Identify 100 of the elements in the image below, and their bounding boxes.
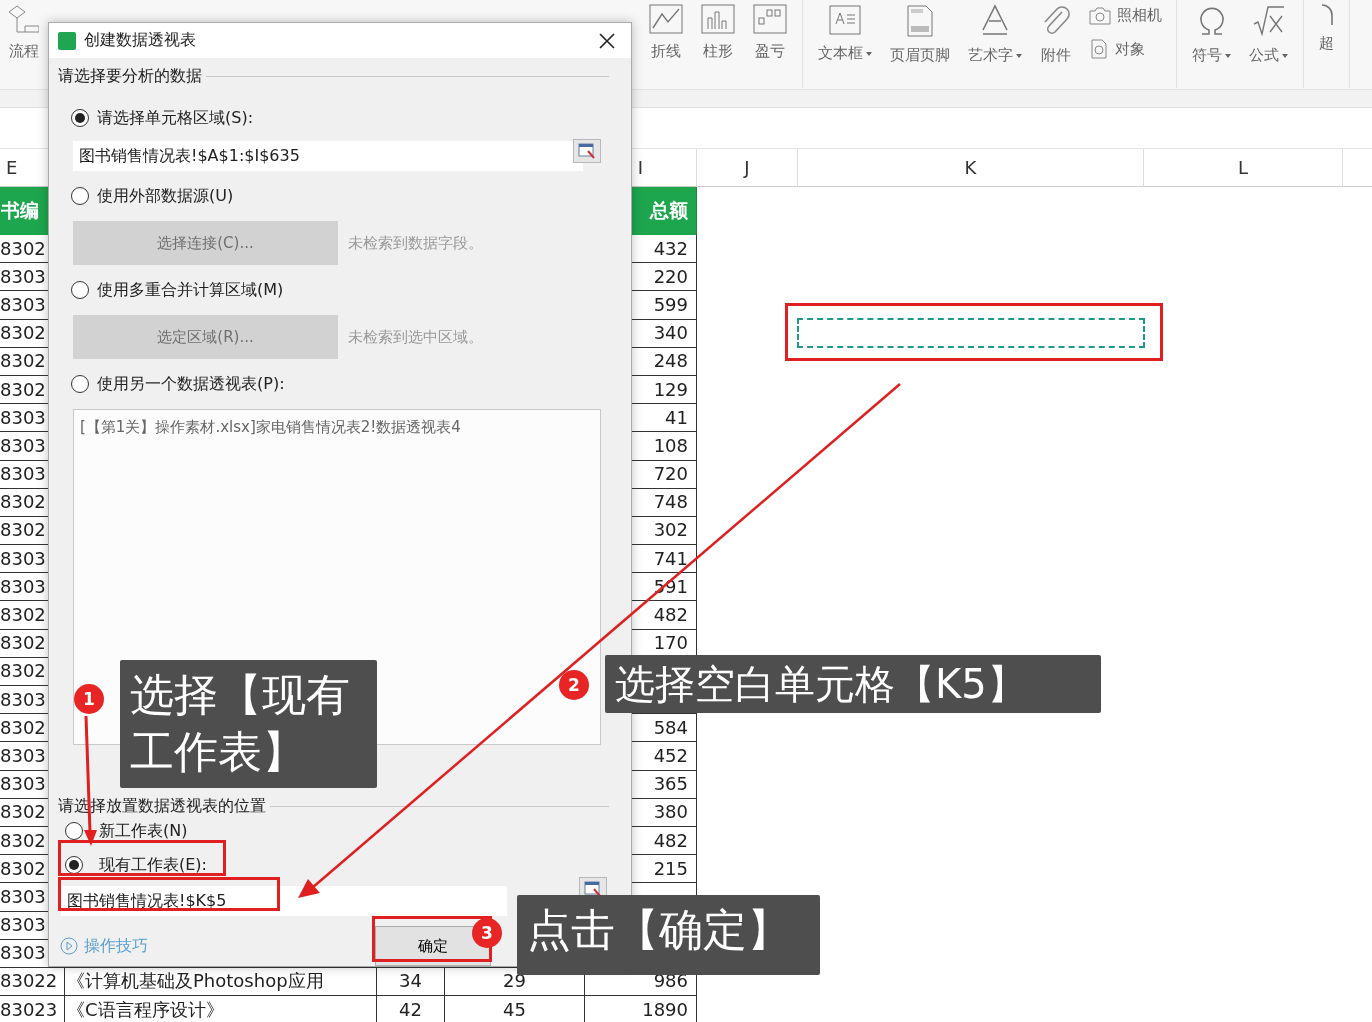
- table-cell: 220: [653, 266, 688, 287]
- table-cell: 8302: [0, 351, 46, 372]
- table-cell: 129: [653, 379, 688, 400]
- radio-button[interactable]: [71, 109, 89, 127]
- toolbar-button[interactable]: 流程: [9, 42, 39, 61]
- toolbar-button[interactable]: 照相机: [1117, 6, 1162, 25]
- table-cell: 8303: [0, 407, 46, 428]
- table-cell: 8303: [0, 943, 46, 964]
- table-cell: 8303: [0, 689, 46, 710]
- object-icon: [1089, 39, 1109, 59]
- table-cell: 8303: [0, 294, 46, 315]
- table-cell: 248: [653, 351, 688, 372]
- option-label[interactable]: 现有工作表(E):: [99, 854, 207, 876]
- curve-icon: [1320, 4, 1333, 26]
- toolbar-button[interactable]: 符号: [1192, 46, 1222, 65]
- table-cell-text: 《C语言程序设计》: [66, 999, 224, 1020]
- table-cell: 748: [653, 492, 688, 513]
- toolbar-button[interactable]: 折线: [651, 42, 681, 61]
- radio-button[interactable]: [65, 856, 83, 874]
- table-cell: 8302: [0, 802, 46, 823]
- dropdown-caret-icon[interactable]: [1282, 53, 1288, 58]
- step-tooltip: 点击【确定】: [517, 895, 820, 975]
- column-header[interactable]: J: [744, 157, 750, 178]
- table-cell: 215: [653, 858, 688, 879]
- toolbar-button[interactable]: 超: [1319, 34, 1334, 53]
- table-cell: 741: [653, 548, 688, 569]
- bar-chart-icon: [701, 4, 735, 34]
- table-cell: 8302: [0, 492, 46, 513]
- step-tooltip: 选择【现有工作表】: [120, 660, 377, 788]
- table-cell: 8302: [0, 717, 46, 738]
- dropdown-caret-icon[interactable]: [1225, 53, 1231, 58]
- table-cell: 8302: [0, 323, 46, 344]
- camera-icon: [1089, 6, 1111, 25]
- table-cell: 8302: [0, 661, 46, 682]
- toolbar-button[interactable]: 公式: [1249, 46, 1279, 65]
- table-cell: 108: [653, 435, 688, 456]
- toolbar-button[interactable]: 艺术字: [968, 46, 1013, 65]
- formula-icon: [1251, 4, 1286, 38]
- table-cell: 432: [653, 238, 688, 259]
- table-cell: 8303: [0, 435, 46, 456]
- table-cell: 482: [653, 605, 688, 626]
- table-cell: 8303: [0, 464, 46, 485]
- table-cell: 8303: [0, 576, 46, 597]
- text-box-icon: [828, 4, 862, 36]
- range-field[interactable]: 图书销售情况表!$A$1:$I$635: [73, 141, 583, 171]
- table-cell: 45: [503, 999, 526, 1020]
- table-cell: 302: [653, 520, 688, 541]
- close-icon[interactable]: [599, 32, 615, 49]
- dropdown-caret-icon[interactable]: [1016, 53, 1022, 58]
- table-cell: 41: [665, 407, 688, 428]
- dropdown-caret-icon[interactable]: [866, 51, 872, 56]
- toolbar-button[interactable]: 页眉页脚: [890, 46, 950, 65]
- flowchart-icon: [9, 4, 39, 34]
- option-label[interactable]: 使用另一个数据透视表(P):: [97, 373, 285, 395]
- radio-button[interactable]: [65, 822, 83, 840]
- line-chart-icon: [649, 4, 683, 34]
- option-label[interactable]: 新工作表(N): [99, 820, 188, 842]
- step-tooltip: 选择空白单元格【K5】: [605, 655, 1101, 713]
- table-cell: 599: [653, 294, 688, 315]
- column-header[interactable]: L: [1238, 157, 1248, 178]
- table-cell: 42: [399, 999, 422, 1020]
- table-cell: 83022: [0, 971, 58, 992]
- radio-button[interactable]: [71, 375, 89, 393]
- range-field[interactable]: 图书销售情况表!$K$5: [61, 886, 507, 916]
- table-cell: 8303: [0, 548, 46, 569]
- range-picker-icon[interactable]: [573, 139, 601, 163]
- squares-chart-icon: [753, 4, 787, 34]
- list-item[interactable]: [【第1关】操作素材.xlsx]家电销售情况表2!数据透视表4: [80, 418, 594, 437]
- table-cell: 380: [653, 802, 688, 823]
- table-cell: 8303: [0, 745, 46, 766]
- column-header[interactable]: I: [637, 157, 644, 178]
- page-icon: [905, 4, 935, 38]
- table-cell: 340: [653, 323, 688, 344]
- header-cell-text: 书编: [0, 198, 39, 223]
- letter-a-icon: [979, 4, 1011, 38]
- table-cell: 1890: [642, 999, 688, 1020]
- table-cell: 83023: [0, 999, 58, 1020]
- table-cell: 34: [399, 971, 422, 992]
- table-cell: 8303: [0, 774, 46, 795]
- table-cell: 8302: [0, 520, 46, 541]
- table-cell: 482: [653, 830, 688, 851]
- section-label: 请选择要分析的数据: [58, 66, 202, 87]
- table-cell: 8302: [0, 379, 46, 400]
- table-cell-text: 《计算机基础及Photoshop应用: [66, 971, 324, 992]
- window-title: 创建数据透视表: [84, 30, 197, 51]
- app-logo-icon: [58, 31, 76, 50]
- toolbar-button[interactable]: 附件: [1041, 46, 1071, 65]
- toolbar-button[interactable]: 盈亏: [755, 42, 785, 61]
- toolbar-button[interactable]: 文本框: [818, 44, 863, 63]
- option-label[interactable]: 请选择单元格区域(S):: [97, 107, 254, 129]
- toolbar-button[interactable]: 柱形: [703, 42, 733, 61]
- play-icon: [60, 937, 78, 955]
- table-cell: 365: [653, 774, 688, 795]
- column-header[interactable]: K: [964, 157, 977, 178]
- table-cell: 8302: [0, 605, 46, 626]
- header-cell-text: 总额: [649, 198, 689, 223]
- toolbar-button[interactable]: 对象: [1115, 39, 1145, 59]
- table-cell: 452: [653, 745, 688, 766]
- column-header[interactable]: E: [6, 157, 18, 178]
- table-cell: 8303: [0, 915, 46, 936]
